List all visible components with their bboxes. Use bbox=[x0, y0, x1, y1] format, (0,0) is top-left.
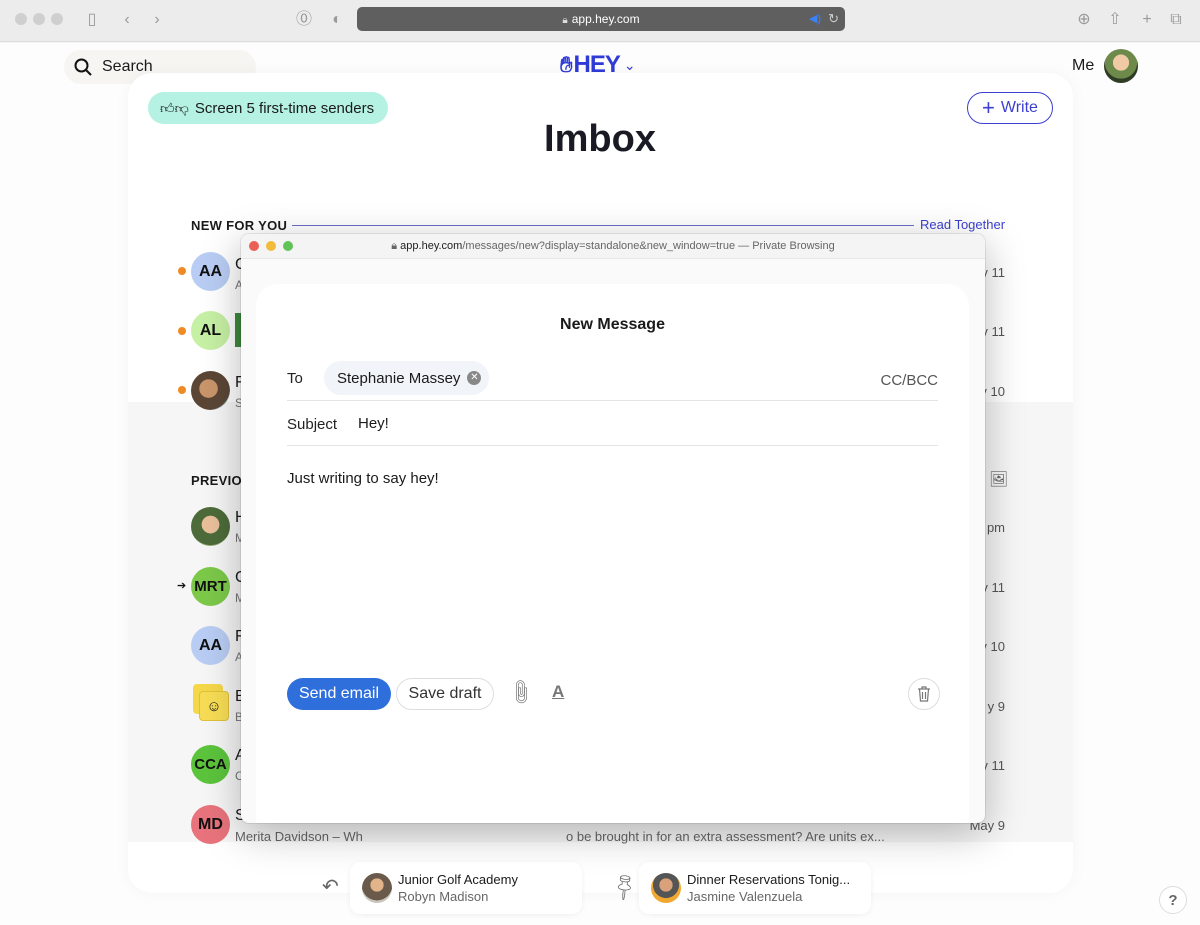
compose-title: New Message bbox=[560, 316, 665, 333]
compose-window: 🔒︎ app.hey.com/messages/new?display=stan… bbox=[241, 234, 985, 823]
search-icon bbox=[74, 58, 92, 76]
subject-label: Subject bbox=[287, 416, 338, 433]
browser-toolbar: ▯ ‹ › ⓪ ◐ 🔒︎ app.hey.com ◀︎) ↻ ⊕ ⇧ + ⧉ bbox=[0, 0, 1200, 42]
forward-icon[interactable]: › bbox=[146, 9, 168, 31]
lock-icon: 🔒︎ bbox=[562, 15, 568, 26]
download-icon[interactable]: ⊕ bbox=[1073, 9, 1095, 31]
read-together-link[interactable]: Read Together bbox=[920, 217, 1005, 232]
row-date: y 9 bbox=[987, 699, 1005, 714]
address-bar[interactable]: 🔒︎ app.hey.com ◀︎) ↻ bbox=[357, 7, 845, 31]
window-minimize-button[interactable] bbox=[33, 13, 45, 25]
user-avatar bbox=[1104, 49, 1139, 83]
page-title: Imbox bbox=[544, 118, 656, 160]
chip-title: Dinner Reservations Tonig... bbox=[687, 872, 851, 887]
compose-window-url: 🔒︎ app.hey.com/messages/new?display=stan… bbox=[241, 240, 985, 253]
avatar[interactable]: AA bbox=[191, 626, 230, 665]
cc-bcc-button[interactable]: CC/BCC bbox=[880, 372, 938, 389]
share-icon[interactable]: ⇧ bbox=[1104, 9, 1126, 31]
row-date: pm bbox=[986, 520, 1005, 535]
password-icon[interactable]: ⓪ bbox=[293, 9, 315, 31]
send-email-button[interactable]: Send email bbox=[287, 678, 391, 710]
write-label: Write bbox=[1000, 99, 1038, 116]
photos-icon[interactable]: 🖼︎ bbox=[989, 470, 1008, 488]
thumbs-up-down-icon: 👍︎👎︎ bbox=[160, 99, 189, 116]
avatar[interactable]: MD bbox=[191, 805, 230, 844]
unread-dot bbox=[178, 327, 186, 335]
address-text: app.hey.com bbox=[571, 12, 640, 26]
chip-sender: Robyn Madison bbox=[398, 889, 489, 904]
field-divider bbox=[287, 400, 938, 401]
remove-recipient-icon[interactable]: ✕ bbox=[467, 371, 482, 385]
sender-avatar bbox=[362, 873, 392, 903]
reply-later-icon[interactable]: ↶ bbox=[322, 874, 339, 899]
avatar-photo[interactable] bbox=[191, 371, 230, 410]
compose-form: New Message To Stephanie Massey ✕ CC/BCC… bbox=[256, 284, 969, 823]
avatar-photo[interactable] bbox=[191, 507, 230, 546]
chip-sender: Jasmine Valenzuela bbox=[687, 889, 803, 904]
avatar[interactable]: MRT bbox=[191, 567, 230, 606]
new-tab-icon[interactable]: + bbox=[1136, 9, 1158, 31]
shield-icon[interactable]: ◐ bbox=[326, 9, 348, 31]
url-suffix: — Private Browsing bbox=[735, 240, 835, 252]
forwarded-arrow-icon: ➔ bbox=[177, 580, 187, 592]
save-draft-button[interactable]: Save draft bbox=[396, 678, 494, 710]
audio-icon[interactable]: ◀︎) bbox=[809, 7, 821, 31]
row-snippet-tail: o be brought in for an extra assessment?… bbox=[566, 829, 885, 844]
account-menu[interactable]: Me bbox=[1072, 49, 1139, 83]
subject-input[interactable]: Hey! bbox=[358, 415, 389, 432]
chevron-down-icon: ⌄ bbox=[623, 56, 636, 73]
tabs-overview-icon[interactable]: ⧉ bbox=[1165, 9, 1187, 31]
paperclip-icon[interactable]: 📎︎ bbox=[505, 677, 536, 708]
text-format-icon[interactable]: A bbox=[552, 682, 564, 702]
window-close-button[interactable] bbox=[15, 13, 27, 25]
window-zoom-button[interactable] bbox=[51, 13, 63, 25]
sender-avatar bbox=[651, 873, 681, 903]
help-button[interactable]: ? bbox=[1159, 886, 1187, 914]
compose-window-titlebar: 🔒︎ app.hey.com/messages/new?display=stan… bbox=[241, 234, 985, 259]
basecamp-icon[interactable]: ☺︎ bbox=[199, 691, 229, 721]
unread-dot bbox=[178, 386, 186, 394]
avatar[interactable]: AL bbox=[191, 311, 230, 350]
url-host: app.hey.com bbox=[400, 240, 463, 252]
pinned-chip[interactable]: Dinner Reservations Tonig... Jasmine Val… bbox=[639, 862, 871, 914]
unread-dot bbox=[178, 267, 186, 275]
field-divider bbox=[287, 445, 938, 446]
lock-icon: 🔒︎ bbox=[391, 240, 401, 252]
avatar[interactable]: AA bbox=[191, 252, 230, 291]
avatar[interactable]: CCA bbox=[191, 745, 230, 784]
reload-icon[interactable]: ↻ bbox=[828, 7, 839, 31]
message-body-editor[interactable]: Just writing to say hey! bbox=[287, 470, 439, 487]
section-previously-seen: PREVIO bbox=[191, 473, 242, 488]
to-label: To bbox=[287, 370, 303, 387]
section-divider bbox=[292, 225, 914, 226]
chip-title: Junior Golf Academy bbox=[398, 872, 518, 887]
back-icon[interactable]: ‹ bbox=[116, 9, 138, 31]
recipient-name: Stephanie Massey bbox=[337, 369, 461, 387]
discard-button[interactable] bbox=[908, 678, 940, 710]
url-path: /messages/new?display=standalone&new_win… bbox=[462, 240, 736, 252]
sidebar-icon[interactable]: ▯ bbox=[81, 9, 103, 31]
plus-icon: + bbox=[982, 95, 995, 120]
section-new-for-you: NEW FOR YOU bbox=[191, 218, 288, 233]
recipient-chip[interactable]: Stephanie Massey ✕ bbox=[324, 361, 490, 395]
trash-icon bbox=[918, 686, 930, 702]
screener-label: Screen 5 first-time senders bbox=[194, 99, 375, 117]
reply-later-chip[interactable]: Junior Golf Academy Robyn Madison bbox=[350, 862, 582, 914]
account-label: Me bbox=[1072, 57, 1095, 74]
row-snippet: Merita Davidson – Wh bbox=[235, 829, 363, 844]
